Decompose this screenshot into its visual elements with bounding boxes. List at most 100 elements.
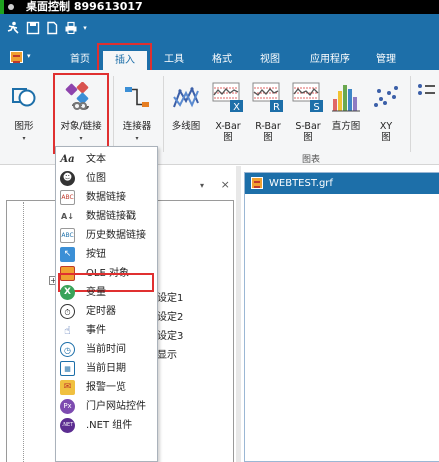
- ribbon-tab-bar: ▾ 首页 插入 工具 格式 视图 应用程序 管理: [0, 42, 439, 70]
- xy-chart-button[interactable]: XY 图: [366, 73, 406, 149]
- tree-connector-line: [23, 202, 24, 462]
- x-bar-chart-button[interactable]: X X-Bar 图: [208, 73, 248, 149]
- run-icon[interactable]: [6, 21, 20, 35]
- connector-button[interactable]: 连接器 ▾: [116, 73, 158, 149]
- menu-item-label: OLE 对象: [86, 268, 129, 279]
- menu-item-label: .NET 组件: [86, 420, 133, 431]
- document-titlebar[interactable]: WEBTEST.grf: [245, 173, 439, 194]
- menu-item-label: 当前日期: [86, 363, 126, 374]
- menu-item-event[interactable]: ☝ 事件: [56, 321, 157, 340]
- tab-applications[interactable]: 应用程序: [298, 50, 362, 70]
- tab-format[interactable]: 格式: [200, 50, 244, 70]
- tab-insert[interactable]: 插入: [103, 51, 147, 70]
- chart-group-label: 图表: [302, 155, 321, 165]
- tab-view[interactable]: 视图: [248, 50, 292, 70]
- bitmap-icon: ☻: [60, 171, 75, 186]
- multi-line-chart-icon: [173, 86, 199, 108]
- application-menu-button[interactable]: ▾: [8, 50, 34, 66]
- more-chart-icon[interactable]: [416, 82, 436, 98]
- calendar-icon: ▦: [60, 361, 75, 376]
- menu-item-variable[interactable]: X 变量: [56, 283, 157, 302]
- shapes-icon: [12, 88, 36, 107]
- print-icon[interactable]: [64, 21, 78, 35]
- menu-item-label: 门户网站控件: [86, 401, 146, 412]
- tab-tools[interactable]: 工具: [152, 50, 196, 70]
- tree-item-setting2[interactable]: 设定2: [157, 308, 183, 323]
- menu-item-label: 定时器: [86, 306, 116, 317]
- history-data-link-icon: ABC: [60, 228, 75, 243]
- r-bar-chart-label: R-Bar 图: [255, 121, 281, 143]
- svg-text:R: R: [273, 102, 280, 113]
- menu-item-data-link-stamp[interactable]: A↓ 数据链接戳: [56, 207, 157, 226]
- s-bar-chart-button[interactable]: S S-Bar 图: [288, 73, 328, 149]
- app-logo-icon: [10, 51, 23, 63]
- r-bar-chart-icon: R: [252, 82, 283, 113]
- menu-item-history-data-link[interactable]: ABC 历史数据链接: [56, 226, 157, 245]
- menu-item-label: 数据链接: [86, 192, 126, 203]
- menu-item-label: 数据链接戳: [86, 211, 136, 222]
- menu-item-current-date[interactable]: ▦ 当前日期: [56, 359, 157, 378]
- svg-text:S: S: [313, 102, 319, 113]
- object-link-icon: [65, 82, 89, 110]
- menu-item-ole-object[interactable]: OLE 对象: [56, 264, 157, 283]
- pane-close-icon[interactable]: ×: [221, 178, 230, 191]
- tab-home[interactable]: 首页: [58, 50, 102, 70]
- xy-chart-label: XY 图: [379, 121, 393, 143]
- data-link-stamp-icon: A↓: [60, 209, 75, 224]
- connector-icon: [125, 87, 149, 107]
- object-link-button[interactable]: 对象/链接 ▾: [54, 73, 108, 149]
- document-icon: [251, 177, 263, 189]
- text-icon: Aa: [60, 154, 75, 165]
- window-title: 桌面控制 899613017: [26, 0, 143, 13]
- menu-item-timer[interactable]: ⏱ 定时器: [56, 302, 157, 321]
- customize-dropdown-icon[interactable]: ▾: [80, 21, 90, 35]
- save-icon[interactable]: [26, 21, 40, 35]
- menu-item-label: 位图: [86, 173, 106, 184]
- pane-controls: ▾ ×: [200, 178, 230, 191]
- menu-item-text[interactable]: Aa 文本: [56, 150, 157, 169]
- pane-dropdown-icon[interactable]: ▾: [200, 181, 204, 190]
- xy-chart-icon: [374, 86, 398, 107]
- menu-item-current-time[interactable]: ◷ 当前时间: [56, 340, 157, 359]
- document-title: WEBTEST.grf: [269, 178, 333, 189]
- x-bar-chart-label: X-Bar 图: [215, 121, 241, 143]
- menu-item-label: 事件: [86, 325, 106, 336]
- menu-item-label: 当前时间: [86, 344, 126, 355]
- menu-item-label: 文本: [86, 154, 106, 165]
- clock-icon: ◷: [60, 342, 75, 357]
- shapes-button[interactable]: 图形 ▾: [2, 73, 46, 149]
- dotnet-icon: .NET: [60, 418, 75, 433]
- pane-splitter[interactable]: [236, 166, 241, 462]
- menu-item-button[interactable]: ↖ 按钮: [56, 245, 157, 264]
- histogram-label: 直方图: [331, 121, 361, 132]
- ole-object-icon: [60, 266, 75, 281]
- status-dot: [8, 4, 14, 10]
- r-bar-chart-button[interactable]: R R-Bar 图: [248, 73, 288, 149]
- s-bar-chart-label: S-Bar 图: [295, 121, 321, 143]
- svg-text:X: X: [233, 102, 240, 113]
- ribbon-separator: [163, 76, 164, 152]
- chevron-down-icon: ▾: [22, 135, 26, 142]
- tree-item-setting1[interactable]: 设定1: [157, 289, 183, 304]
- menu-item-portal-control[interactable]: Px 门户网站控件: [56, 397, 157, 416]
- remote-desktop-titlebar: 桌面控制 899613017: [0, 0, 439, 14]
- menu-item-dotnet-component[interactable]: .NET .NET 组件: [56, 416, 157, 435]
- menu-item-data-link[interactable]: ABC 数据链接: [56, 188, 157, 207]
- chevron-down-icon: ▾: [135, 135, 139, 142]
- variable-icon: X: [60, 285, 75, 300]
- new-document-icon[interactable]: [45, 21, 59, 35]
- menu-item-alarm-summary[interactable]: ✉ 报警一览: [56, 378, 157, 397]
- histogram-icon: [332, 85, 360, 112]
- tree-item-display[interactable]: 显示: [157, 346, 177, 361]
- tree-item-setting3[interactable]: 设定3: [157, 327, 183, 342]
- status-strip: [0, 0, 4, 14]
- tab-manage[interactable]: 管理: [364, 50, 408, 70]
- multi-line-chart-button[interactable]: 多线图: [166, 73, 206, 149]
- connector-label: 连接器: [122, 121, 152, 132]
- s-bar-chart-icon: S: [292, 82, 323, 113]
- button-icon: ↖: [60, 247, 75, 262]
- shapes-label: 图形: [14, 121, 34, 132]
- histogram-button[interactable]: 直方图: [326, 73, 366, 149]
- menu-item-bitmap[interactable]: ☻ 位图: [56, 169, 157, 188]
- quick-access-toolbar: ▾: [0, 14, 439, 42]
